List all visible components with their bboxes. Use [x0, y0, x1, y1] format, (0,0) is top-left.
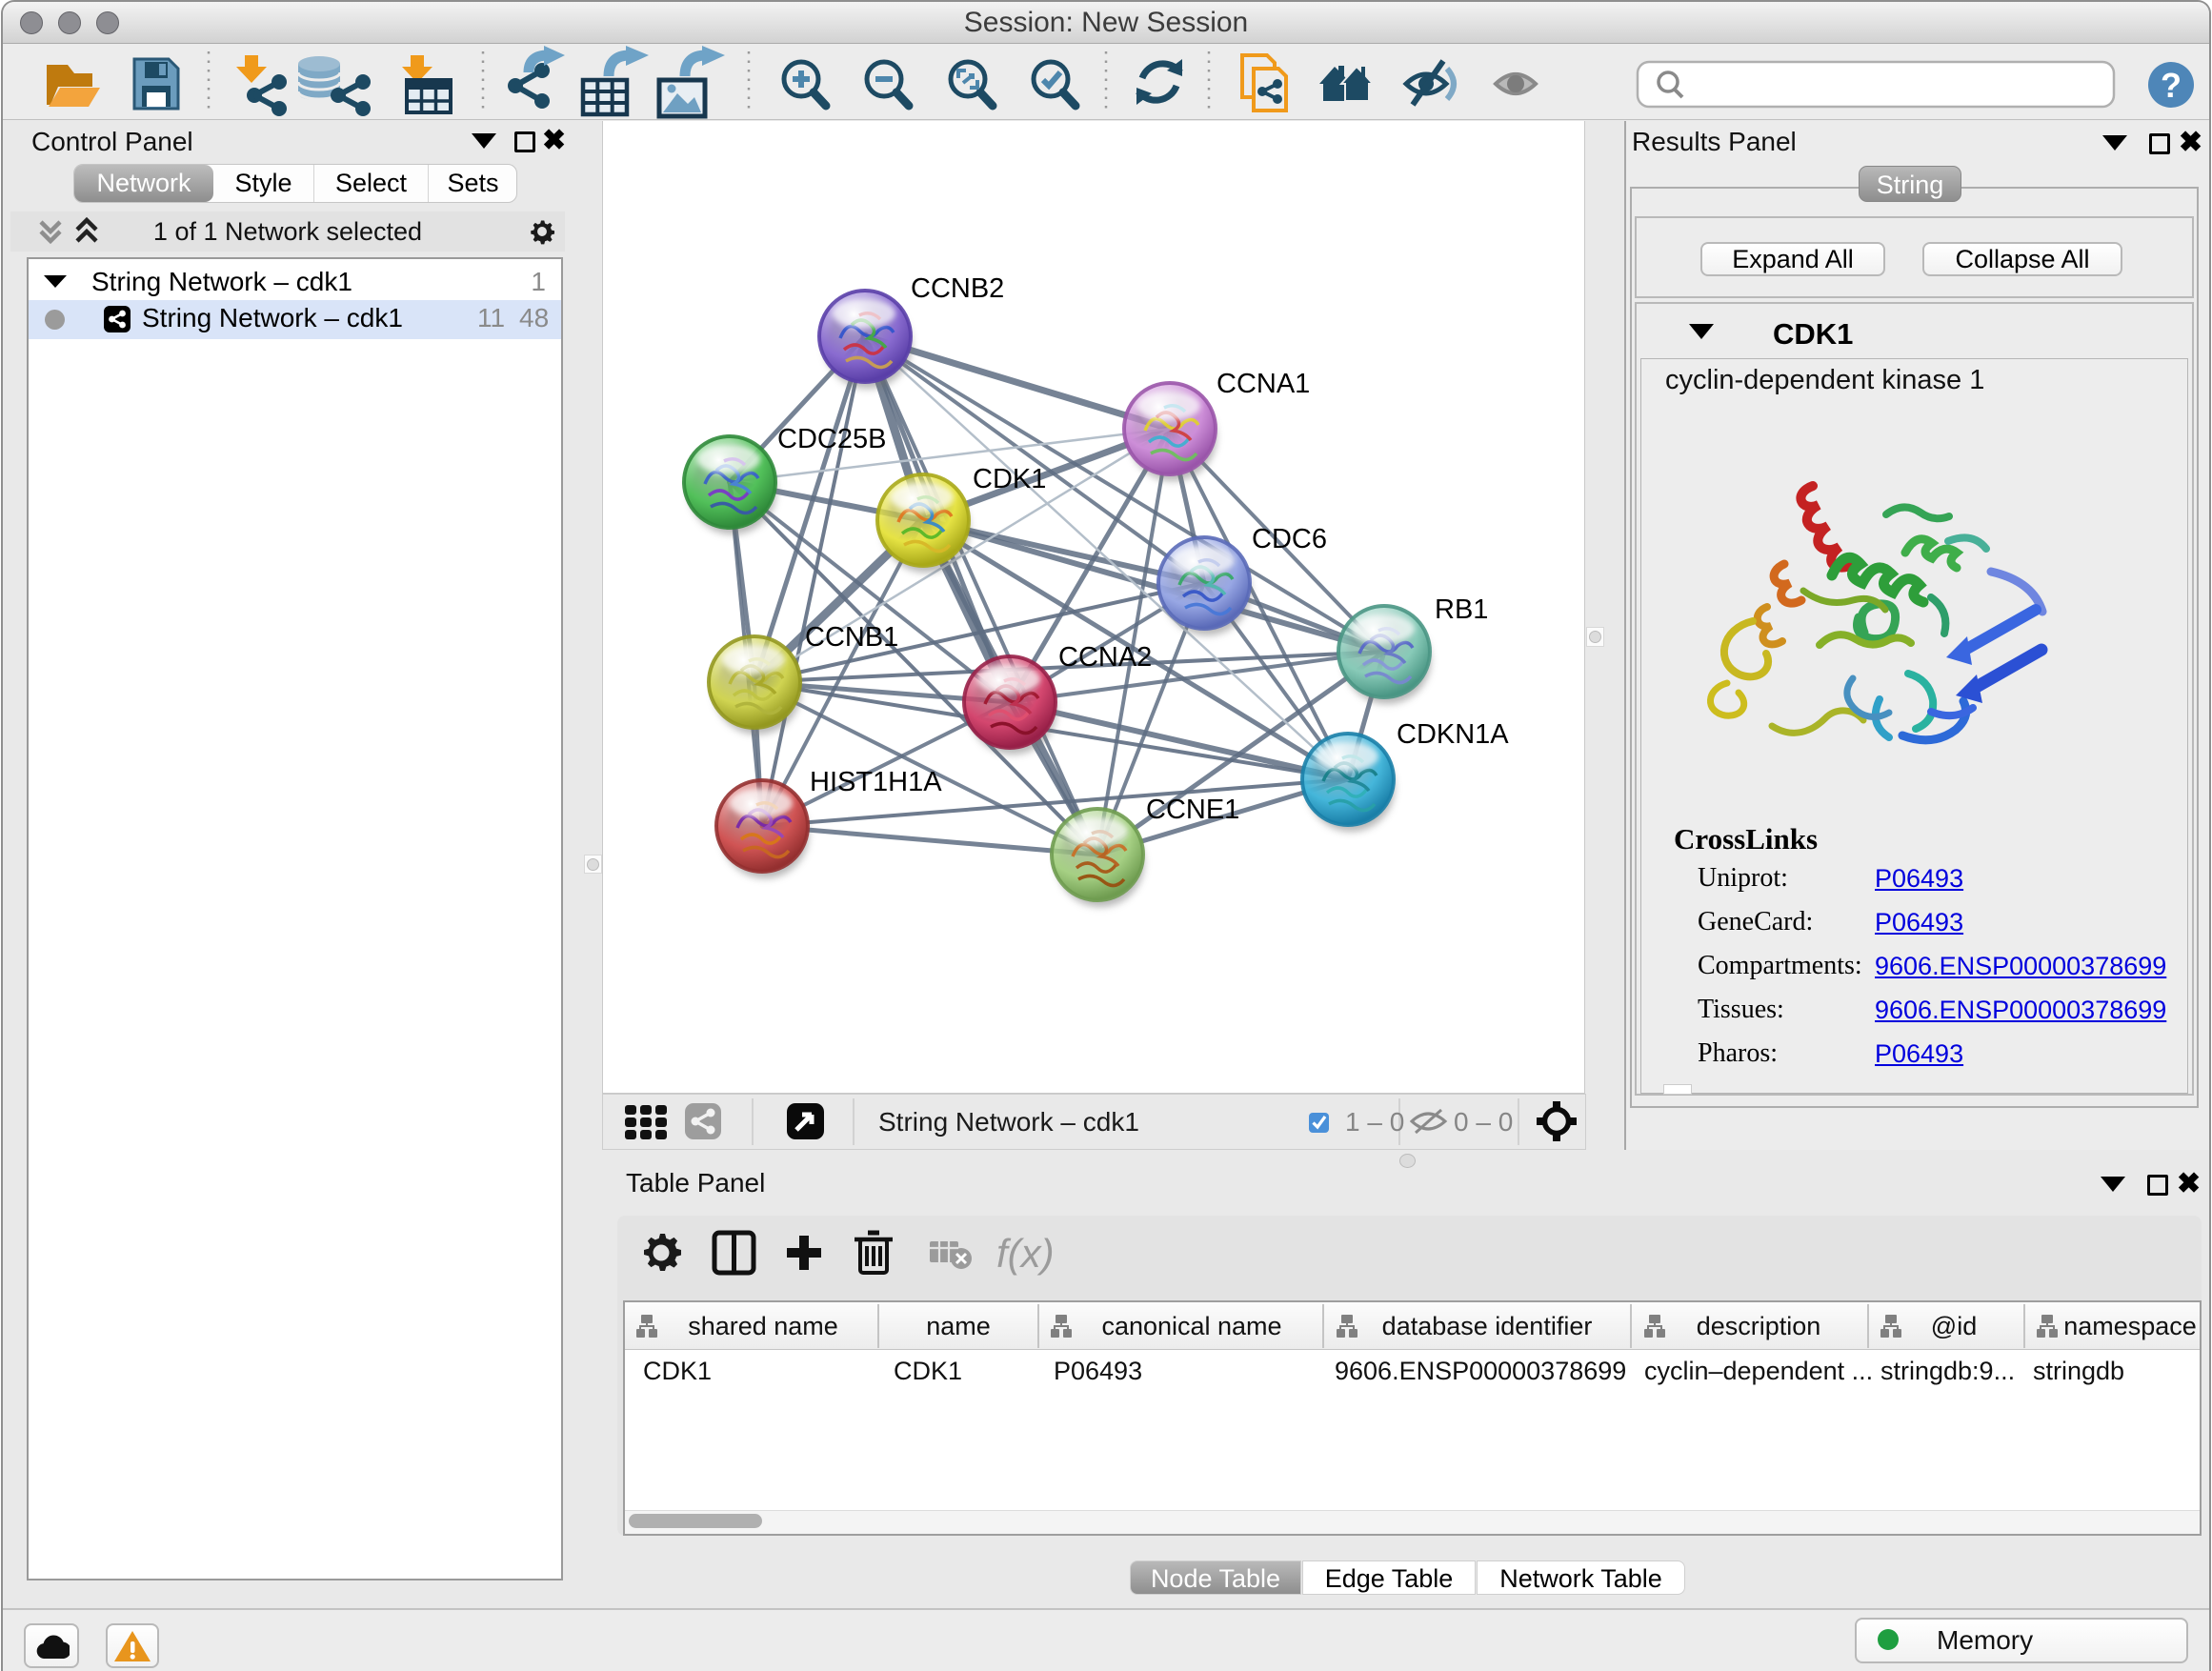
svg-text:database identifier: database identifier	[1382, 1312, 1593, 1340]
svg-text:name: name	[926, 1312, 991, 1340]
svg-text:f(x): f(x)	[996, 1231, 1055, 1276]
svg-text:namespace: namespace	[2063, 1312, 2197, 1340]
svg-text:CDK1: CDK1	[973, 464, 1046, 494]
svg-text:@id: @id	[1931, 1312, 1977, 1340]
svg-text:CCNB1: CCNB1	[805, 622, 898, 653]
svg-text:CDKN1A: CDKN1A	[1397, 719, 1509, 750]
svg-text:CCNB2: CCNB2	[911, 273, 1004, 304]
svg-text:HIST1H1A: HIST1H1A	[810, 767, 942, 797]
svg-text:description: description	[1697, 1312, 1821, 1340]
svg-text:CCNE1: CCNE1	[1146, 795, 1239, 825]
svg-text:CCNA2: CCNA2	[1058, 642, 1152, 673]
svg-text:canonical name: canonical name	[1101, 1312, 1281, 1340]
svg-text:?: ?	[2161, 66, 2182, 105]
svg-text:RB1: RB1	[1435, 594, 1488, 625]
svg-text:CDC6: CDC6	[1252, 524, 1327, 554]
svg-text:shared name: shared name	[688, 1312, 838, 1340]
svg-text:CCNA1: CCNA1	[1217, 369, 1310, 399]
svg-text:CDC25B: CDC25B	[777, 424, 886, 454]
